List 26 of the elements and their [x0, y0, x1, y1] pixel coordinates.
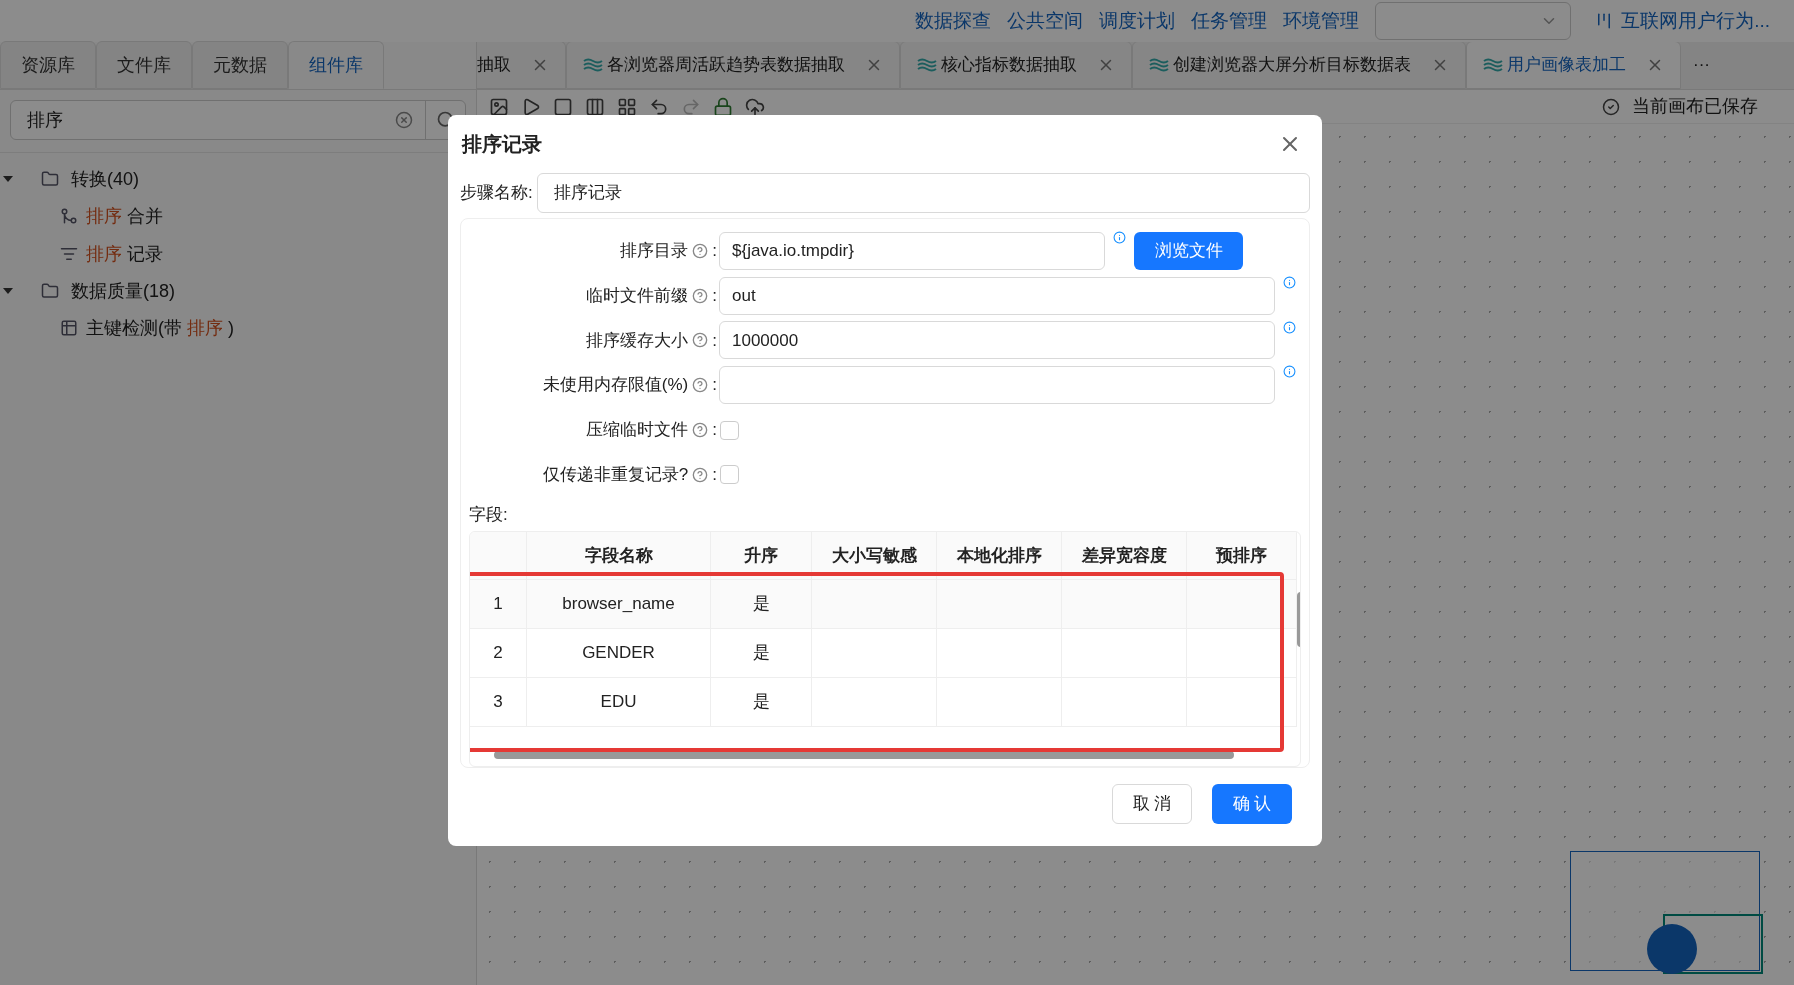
table-cell: 是 — [711, 678, 812, 727]
colon: : — [712, 284, 717, 307]
field-label: 仅传递非重复记录? — [542, 464, 689, 487]
table-cell: 是 — [711, 580, 812, 629]
field-label: 排序目录 — [620, 240, 689, 263]
row-number: 3 — [470, 678, 527, 727]
colon: : — [712, 464, 717, 487]
colon: : — [712, 374, 717, 397]
field-label: 排序缓存大小 — [586, 329, 689, 352]
table-cell: EDU — [527, 678, 711, 727]
colon: : — [712, 240, 717, 263]
folder-label: 数据质量(18) — [71, 279, 175, 303]
folder-label: 转换(40) — [71, 167, 139, 191]
field-label: 未使用内存限值(%) — [542, 374, 689, 397]
table-cell: browser_name — [527, 580, 711, 629]
row-number: 2 — [470, 629, 527, 678]
colon: : — [712, 329, 717, 352]
row-number: 1 — [470, 580, 527, 629]
table-cell: 是 — [711, 629, 812, 678]
section-label: 字段: — [469, 503, 509, 526]
table-cell: GENDER — [527, 629, 711, 678]
field-label: 步骤名称: — [460, 182, 534, 205]
colon: : — [712, 419, 717, 442]
field-label: 压缩临时文件 — [586, 419, 689, 442]
save-status: 当前画布已保存 — [1632, 95, 1759, 118]
field-label: 临时文件前缀 — [586, 284, 689, 307]
